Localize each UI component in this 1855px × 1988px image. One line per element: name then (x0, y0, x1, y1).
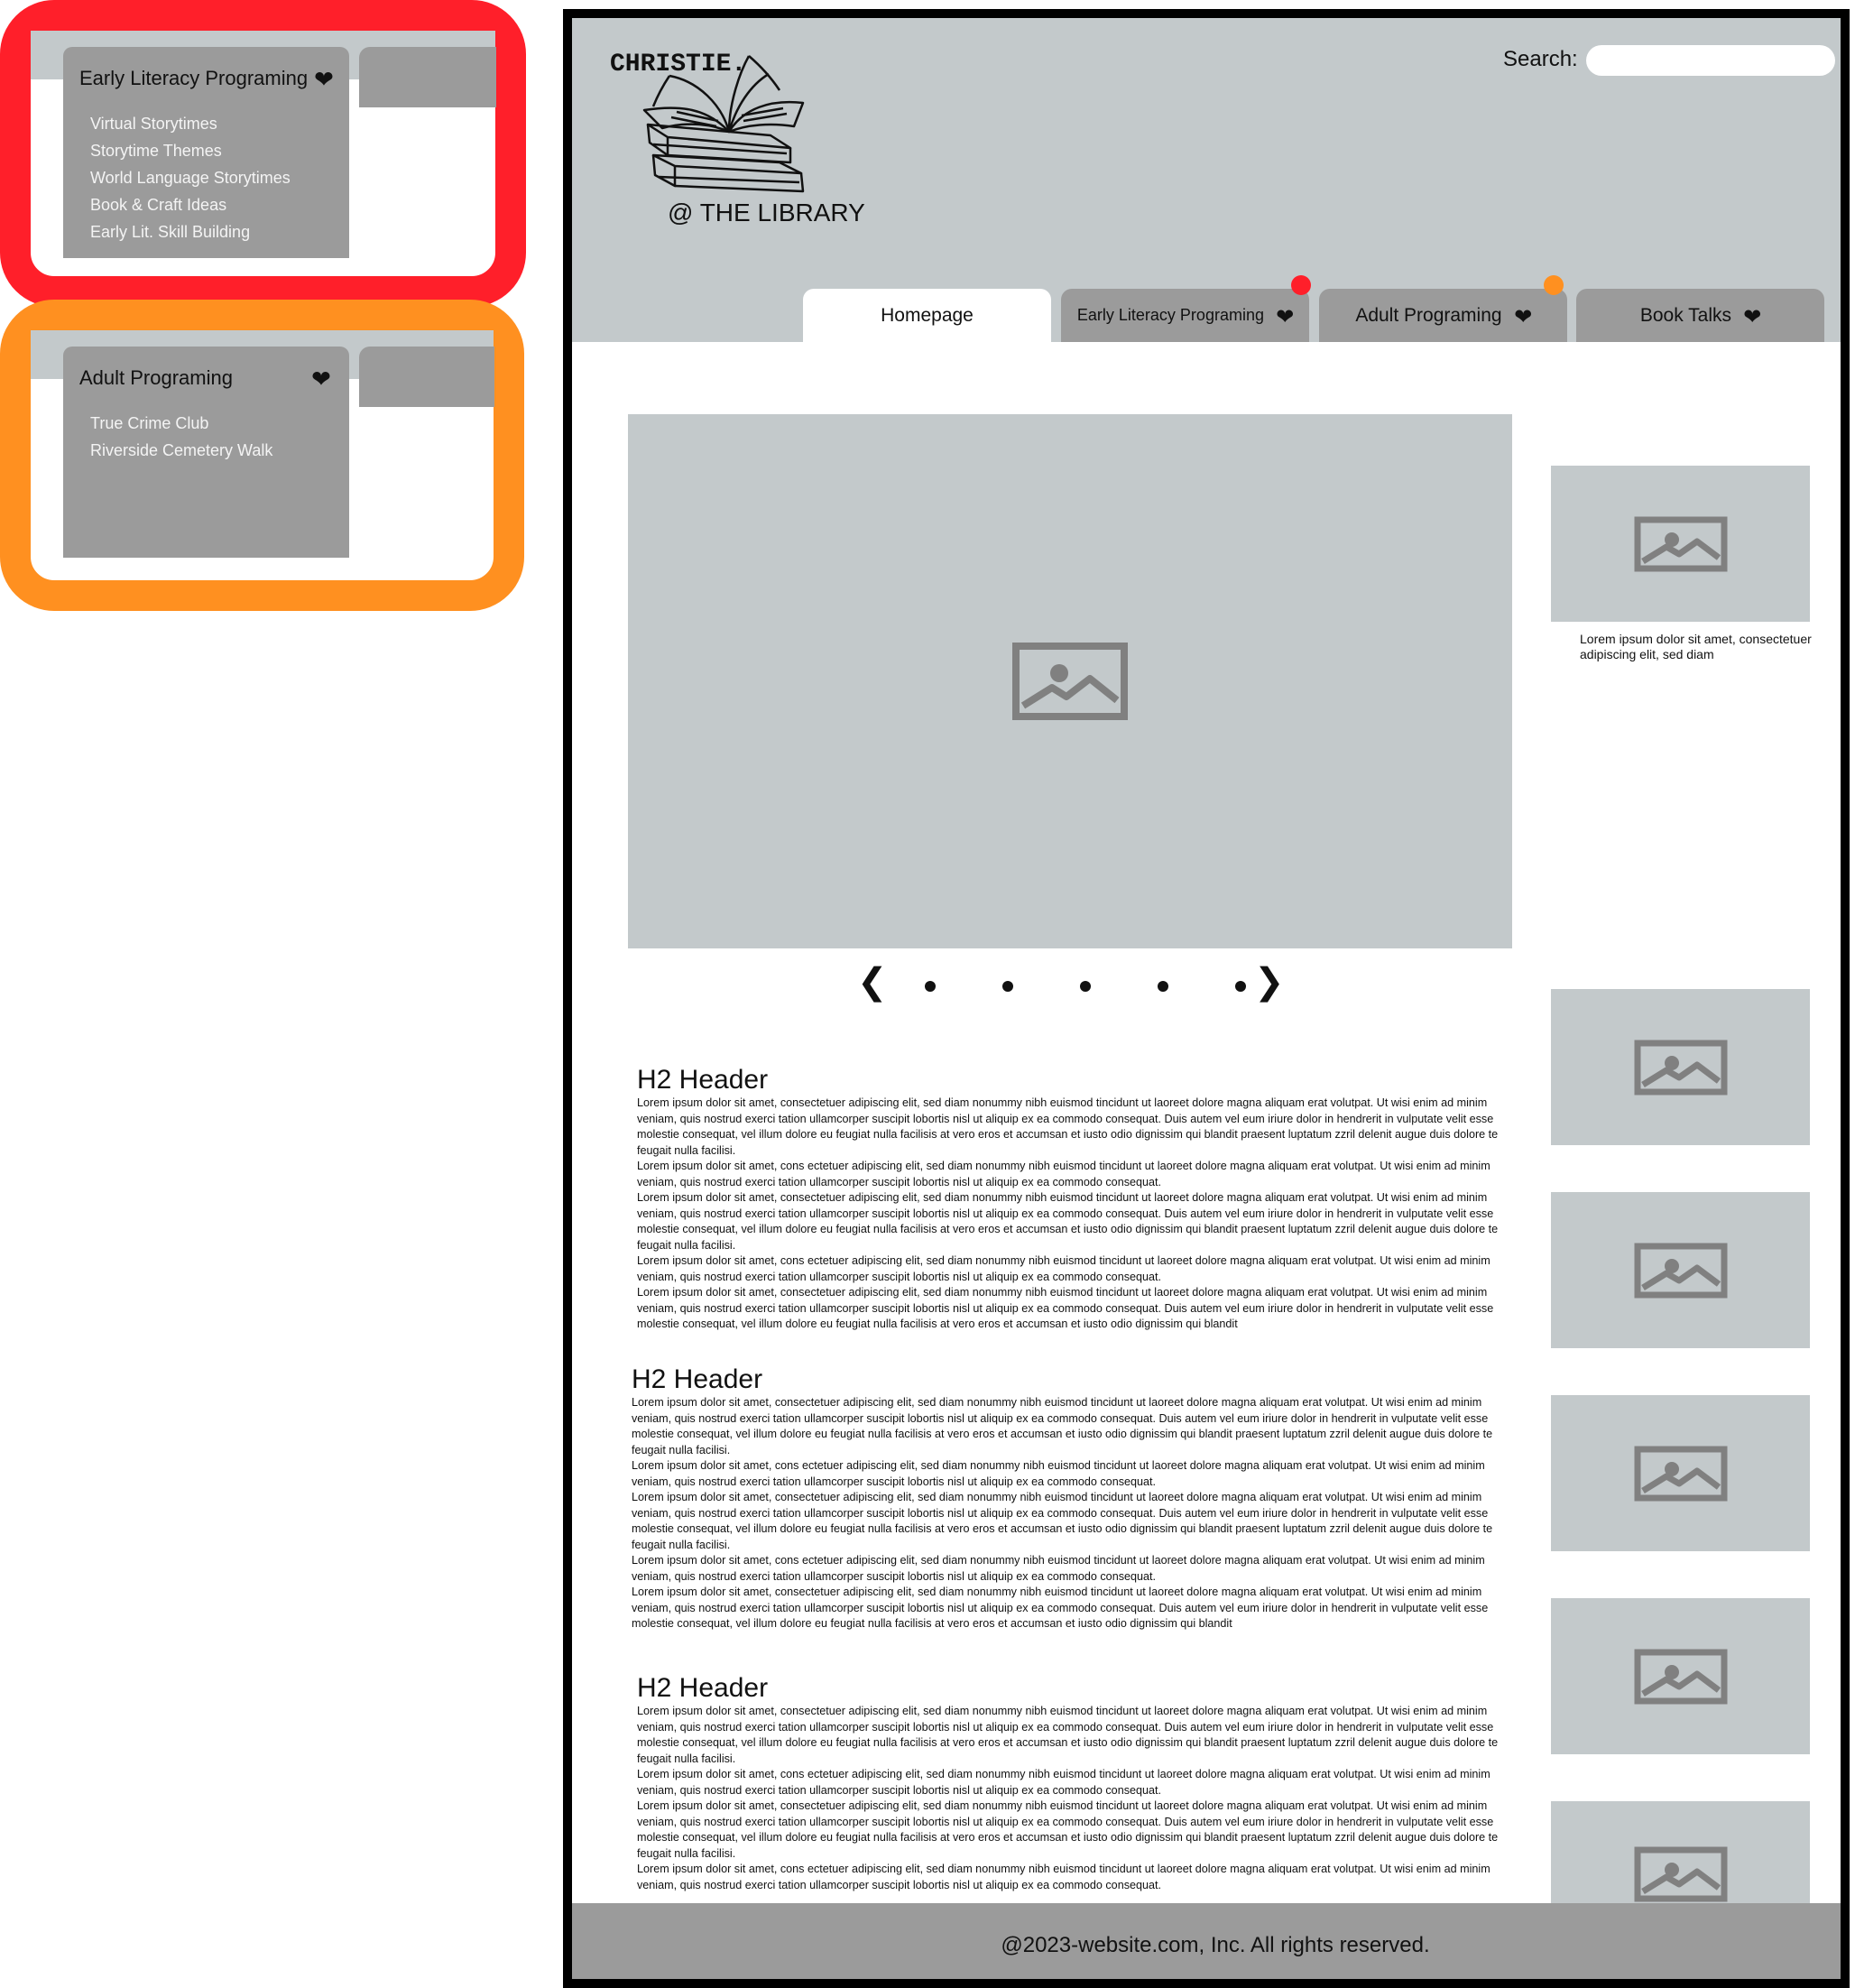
carousel-dot[interactable] (925, 981, 936, 992)
paragraph: Lorem ipsum dolor sit amet, consectetuer… (637, 1799, 1499, 1860)
chevron-left-icon[interactable]: ❮ (857, 961, 888, 1003)
search-label: Search: (1503, 47, 1578, 71)
sidebar-image[interactable] (1551, 989, 1810, 1145)
paragraph: Lorem ipsum dolor sit amet, consectetuer… (637, 1191, 1499, 1252)
paragraph: Lorem ipsum dolor sit amet, cons ectetue… (637, 1254, 1490, 1283)
section-heading: H2 Header (632, 1364, 763, 1394)
early-literacy-tab-title[interactable]: Early Literacy Programing (79, 67, 308, 90)
article-section: H2 Header Lorem ipsum dolor sit amet, co… (637, 1065, 1512, 1333)
image-placeholder-icon (1634, 1040, 1727, 1095)
tab-label: Adult Programing (1355, 304, 1502, 326)
tab-homepage[interactable]: Homepage (803, 289, 1051, 342)
tab-book-talks[interactable]: Book Talks ❥ (1576, 289, 1824, 342)
menu-item-book-craft-ideas[interactable]: Book & Craft Ideas (90, 191, 291, 218)
paragraph: Lorem ipsum dolor sit amet, consectetuer… (637, 1705, 1499, 1765)
chevron-down-icon: ❥ (1509, 306, 1535, 325)
paragraph: Lorem ipsum dolor sit amet, consectetuer… (632, 1396, 1493, 1456)
sidebar-image[interactable] (1551, 1598, 1810, 1754)
paragraph: Lorem ipsum dolor sit amet, cons ectetue… (632, 1554, 1485, 1583)
search-input[interactable] (1586, 45, 1835, 76)
paragraph: Lorem ipsum dolor sit amet, consectetuer… (632, 1586, 1489, 1630)
red-annotation-dot (1291, 275, 1311, 295)
paragraph: Lorem ipsum dolor sit amet, consectetuer… (632, 1491, 1493, 1551)
chevron-down-icon[interactable]: ❥ (309, 69, 337, 88)
paragraph: Lorem ipsum dolor sit amet, cons ectetue… (632, 1459, 1485, 1488)
menu-item-storytime-themes[interactable]: Storytime Themes (90, 137, 291, 164)
tab-label: Homepage (881, 304, 974, 326)
tab-adult-programing[interactable]: Adult Programing ❥ (1319, 289, 1567, 342)
tab-label: Book Talks (1639, 304, 1732, 326)
image-placeholder-icon (1012, 643, 1128, 720)
paragraph: Lorem ipsum dolor sit amet, cons ectetue… (637, 1768, 1490, 1797)
article-section: H2 Header Lorem ipsum dolor sit amet, co… (632, 1364, 1507, 1632)
sidebar-image[interactable] (1551, 1192, 1810, 1348)
menu-item-riverside-cemetery-walk[interactable]: Riverside Cemetery Walk (90, 437, 272, 464)
sidebar-image[interactable] (1551, 466, 1810, 622)
hero-carousel-image[interactable] (628, 414, 1512, 948)
adult-programing-tab-title[interactable]: Adult Programing (79, 366, 233, 390)
orange-annotation-dot (1544, 275, 1564, 295)
paragraph: Lorem ipsum dolor sit amet, consectetuer… (637, 1096, 1499, 1157)
book-stack-icon (642, 55, 805, 193)
image-placeholder-icon (1634, 1243, 1727, 1298)
adult-programing-menu-list: True Crime Club Riverside Cemetery Walk (90, 410, 272, 464)
image-placeholder-icon (1634, 1446, 1727, 1501)
carousel-dot[interactable] (1080, 981, 1091, 992)
paragraph: Lorem ipsum dolor sit amet, cons ectetue… (637, 1160, 1490, 1188)
tab-label: Early Literacy Programing (1076, 306, 1264, 324)
chevron-down-icon: ❥ (1739, 306, 1764, 325)
menu-item-world-language-storytimes[interactable]: World Language Storytimes (90, 164, 291, 191)
menu-item-virtual-storytimes[interactable]: Virtual Storytimes (90, 110, 291, 137)
image-placeholder-icon (1634, 1846, 1727, 1902)
early-literacy-dropdown-callout: Early Literacy Programing ❥ Virtual Stor… (0, 0, 526, 307)
section-heading: H2 Header (637, 1673, 769, 1703)
image-placeholder-icon (1634, 1649, 1727, 1704)
chevron-right-icon[interactable]: ❯ (1254, 961, 1285, 1003)
site-header: CHRISTIE. @ THE LIBRARY Search: Homepage… (572, 18, 1841, 342)
footer-copyright: @2023-website.com, Inc. All rights reser… (1001, 1933, 1430, 1957)
logo-tagline: @ THE LIBRARY (668, 199, 865, 227)
image-placeholder-icon (1634, 516, 1727, 571)
carousel-dot[interactable] (1002, 981, 1013, 992)
section-heading: H2 Header (637, 1065, 769, 1095)
carousel-dot[interactable] (1158, 981, 1168, 992)
article-section: H2 Header Lorem ipsum dolor sit amet, co… (637, 1673, 1512, 1893)
website-wireframe: CHRISTIE. @ THE LIBRARY Search: Homepage… (563, 9, 1850, 1988)
paragraph: Lorem ipsum dolor sit amet, cons ectetue… (637, 1863, 1490, 1891)
adult-programing-dropdown-callout: Adult Programing ❥ True Crime Club River… (0, 300, 524, 611)
carousel-dot[interactable] (1235, 981, 1246, 992)
sidebar-caption: Lorem ipsum dolor sit amet, consectetuer… (1580, 632, 1812, 661)
menu-item-true-crime-club[interactable]: True Crime Club (90, 410, 272, 437)
site-footer: @2023-website.com, Inc. All rights reser… (572, 1903, 1841, 1979)
chevron-down-icon[interactable]: ❥ (306, 368, 334, 388)
chevron-down-icon: ❥ (1271, 306, 1297, 325)
paragraph: Lorem ipsum dolor sit amet, consectetuer… (637, 1286, 1494, 1330)
early-literacy-menu-list: Virtual Storytimes Storytime Themes Worl… (90, 110, 291, 245)
menu-item-early-lit-skill-building[interactable]: Early Lit. Skill Building (90, 218, 291, 245)
next-tab-stub (359, 347, 494, 407)
sidebar-image[interactable] (1551, 1395, 1810, 1551)
next-tab-stub (359, 47, 496, 107)
tab-early-literacy-programing[interactable]: Early Literacy Programing ❥ (1061, 289, 1309, 342)
